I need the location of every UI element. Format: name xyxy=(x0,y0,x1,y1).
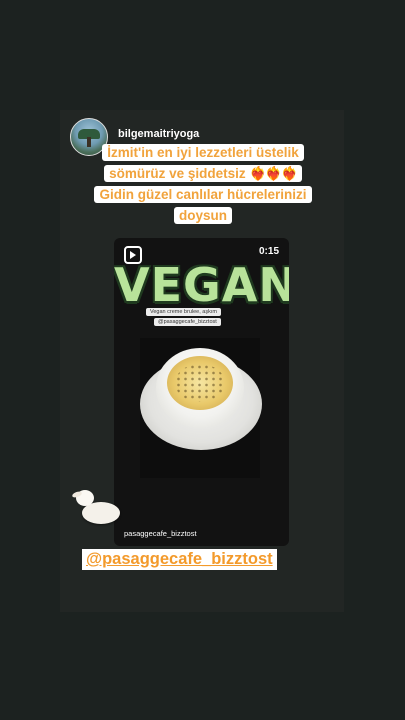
creme-brulee-photo xyxy=(140,338,262,478)
reel-vegan-title: VEGAN xyxy=(114,258,289,312)
reel-subtitle: Vegan creme brulee, aşkım xyxy=(146,308,221,316)
mention-sticker[interactable]: @pasaggecafe_bizztost xyxy=(82,549,277,570)
caption-line: doysun xyxy=(173,207,232,224)
shared-reel-card[interactable]: 0:15 VEGAN Vegan creme brulee, aşkım @pa… xyxy=(114,238,289,546)
reel-duration: 0:15 xyxy=(258,246,279,257)
reel-owner[interactable]: pasaggecafe_bizztost xyxy=(124,529,197,538)
caption-line: sömürüz ve şiddetsiz ❤️‍🔥❤️‍🔥❤️‍🔥 xyxy=(104,165,302,182)
caption-line: Gidin güzel canlılar hücrelerinizi xyxy=(94,186,312,203)
caption-line-text: sömürüz ve şiddetsiz xyxy=(109,166,246,181)
caption-line: İzmit'in en iyi lezzetleri üstelik xyxy=(102,144,304,161)
reel-handle-pill: @pasaggecafe_bizztost xyxy=(154,318,221,326)
creme-brulee xyxy=(167,356,233,410)
username[interactable]: bilgemaitriyoga xyxy=(118,128,199,140)
lamb-icon xyxy=(70,484,124,532)
hearts-icon: ❤️‍🔥❤️‍🔥❤️‍🔥 xyxy=(249,166,297,181)
story-caption: İzmit'in en iyi lezzetleri üstelik sömür… xyxy=(78,142,328,226)
